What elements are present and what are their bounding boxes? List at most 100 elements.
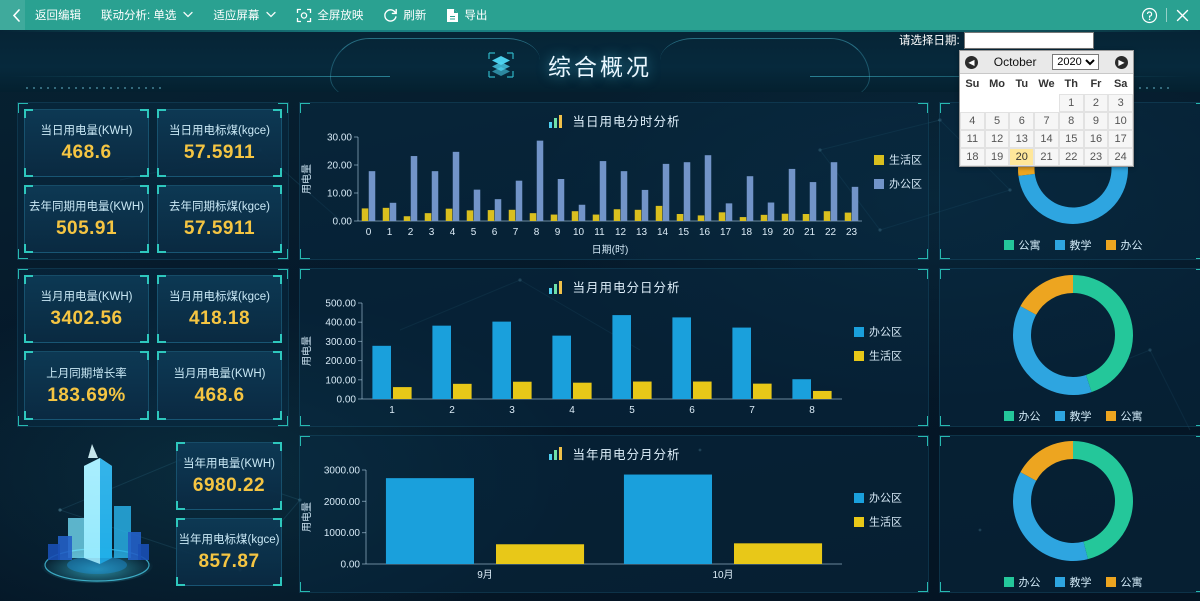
kpi-card[interactable]: 当年用电标煤(kgce) 857.87 <box>176 518 282 586</box>
kpi-card[interactable]: 当月用电量(KWH) 468.6 <box>157 351 282 419</box>
kpi-card[interactable]: 当月用电量(KWH) 3402.56 <box>24 275 149 343</box>
panel-frame: 办公 教学 公寓 <box>939 268 1200 426</box>
kpi-value: 857.87 <box>198 551 259 573</box>
calendar-day[interactable]: 8 <box>1059 112 1084 130</box>
calendar-week-row: 18192021222324 <box>960 148 1133 166</box>
dashboard-root: 返回编辑 联动分析: 单选 适应屏幕 全屏放映 <box>0 0 1200 601</box>
calendar-day[interactable]: 23 <box>1084 148 1109 166</box>
legend-item[interactable]: 公寓 <box>1004 237 1041 253</box>
svg-text:7: 7 <box>749 405 755 416</box>
calendar-day[interactable]: 6 <box>1009 112 1034 130</box>
svg-text:0.00: 0.00 <box>337 395 357 406</box>
legend-item[interactable]: 教学 <box>1055 574 1092 590</box>
export-button[interactable]: 导出 <box>436 0 497 30</box>
chart-panel-daily: 当月用电分日分析 0.00100.00200.00300.00400.00500… <box>299 268 929 426</box>
legend-label: 办公 <box>1019 408 1041 424</box>
svg-text:21: 21 <box>804 227 816 238</box>
svg-text:生活区: 生活区 <box>869 514 902 528</box>
back-to-edit-label: 返回编辑 <box>35 7 81 23</box>
legend-item[interactable]: 办公 <box>1004 408 1041 424</box>
kpi-card[interactable]: 当日用电标煤(kgce) 57.5911 <box>157 109 282 177</box>
svg-text:13: 13 <box>636 227 648 238</box>
date-input[interactable] <box>964 32 1094 49</box>
svg-text:12: 12 <box>615 227 627 238</box>
calendar-day[interactable]: 12 <box>985 130 1010 148</box>
chart-title-hourly: 当日用电分时分析 <box>300 111 928 130</box>
back-to-edit-label-button[interactable]: 返回编辑 <box>25 0 91 30</box>
svg-text:9月: 9月 <box>477 569 493 581</box>
calendar-day[interactable]: 15 <box>1059 130 1084 148</box>
panel-frame: 当年用电分月分析 0.001000.002000.003000.00用电量9月1… <box>299 435 929 593</box>
calendar-day[interactable]: 1 <box>1059 94 1084 112</box>
calendar-day[interactable]: 2 <box>1084 94 1109 112</box>
file-export-icon <box>446 8 459 23</box>
kpi-card[interactable]: 当年用电量(KWH) 6980.22 <box>176 442 282 510</box>
panel-frame: 当日用电分时分析 0.0010.0020.0030.00用电量012345678… <box>299 102 929 260</box>
calendar-day[interactable]: 19 <box>985 148 1010 166</box>
calendar-day[interactable]: 7 <box>1034 112 1059 130</box>
kpi-value: 418.18 <box>189 308 250 330</box>
calendar-day[interactable]: 3 <box>1108 94 1133 112</box>
donut-chart[interactable] <box>1009 271 1137 404</box>
calendar-day[interactable]: 18 <box>960 148 985 166</box>
legend-item[interactable]: 办公 <box>1106 237 1143 253</box>
kpi-value: 183.69% <box>47 385 126 407</box>
prev-month-button[interactable]: ◀ <box>965 56 978 69</box>
chart-title-text: 当日用电分时分析 <box>572 111 680 130</box>
svg-text:11: 11 <box>594 227 605 238</box>
svg-text:6: 6 <box>492 227 498 238</box>
fullscreen-present-button[interactable]: 全屏放映 <box>286 0 373 30</box>
linkage-analysis-dropdown[interactable]: 联动分析: 单选 <box>91 0 203 30</box>
svg-text:用电量: 用电量 <box>300 164 313 194</box>
legend-swatch <box>1106 240 1116 250</box>
calendar-day[interactable]: 13 <box>1009 130 1034 148</box>
chart-title-text: 当月用电分日分析 <box>572 277 680 296</box>
calendar-day[interactable]: 17 <box>1108 130 1133 148</box>
legend-item[interactable]: 公寓 <box>1106 574 1143 590</box>
refresh-button[interactable]: 刷新 <box>373 0 436 30</box>
legend-label: 教学 <box>1070 408 1092 424</box>
legend-item[interactable]: 公寓 <box>1106 408 1143 424</box>
calendar-year-select[interactable]: 20182019202020212022 <box>1052 54 1099 70</box>
kpi-card[interactable]: 去年同期标煤(kgce) 57.5911 <box>157 185 282 253</box>
kpi-label: 当日用电标煤(kgce) <box>169 122 270 138</box>
calendar-day[interactable]: 20 <box>1009 148 1034 166</box>
legend-item[interactable]: 教学 <box>1055 237 1092 253</box>
donut-chart[interactable] <box>1009 437 1137 570</box>
calendar-day[interactable]: 21 <box>1034 148 1059 166</box>
kpi-card[interactable]: 当月用电标煤(kgce) 418.18 <box>157 275 282 343</box>
top-toolbar: 返回编辑 联动分析: 单选 适应屏幕 全屏放映 <box>0 0 1200 30</box>
kpi-card[interactable]: 去年同期用电量(KWH) 505.91 <box>24 185 149 253</box>
chart-title-daily: 当月用电分日分析 <box>300 277 928 296</box>
calendar-day[interactable]: 10 <box>1108 112 1133 130</box>
help-icon[interactable] <box>1141 7 1158 24</box>
calendar-day[interactable]: 14 <box>1034 130 1059 148</box>
donut-legend: 办公 教学 公寓 <box>1004 408 1143 424</box>
calendar-day[interactable]: 16 <box>1084 130 1109 148</box>
kpi-card[interactable]: 上月同期增长率 183.69% <box>24 351 149 419</box>
calendar-day[interactable]: 4 <box>960 112 985 130</box>
calendar-week-row: 45678910 <box>960 112 1133 130</box>
calendar-day[interactable]: 5 <box>985 112 1010 130</box>
svg-text:10.00: 10.00 <box>327 189 352 200</box>
legend-item[interactable]: 教学 <box>1055 408 1092 424</box>
fullscreen-label: 全屏放映 <box>317 7 363 23</box>
calendar-day[interactable]: 11 <box>960 130 985 148</box>
back-to-edit-button[interactable] <box>0 0 25 30</box>
kpi-value: 505.91 <box>56 218 117 240</box>
next-month-button[interactable]: ▶ <box>1115 56 1128 69</box>
legend-item[interactable]: 办公 <box>1004 574 1041 590</box>
date-filter-label: 请选择日期: <box>897 30 964 50</box>
svg-text:400.00: 400.00 <box>325 318 356 329</box>
panel-frame: 办公 教学 公寓 <box>939 435 1200 593</box>
calendar-day[interactable]: 9 <box>1084 112 1109 130</box>
kpi-card[interactable]: 当日用电量(KWH) 468.6 <box>24 109 149 177</box>
kpi-group-month: 当月用电量(KWH) 3402.56 当月用电标煤(kgce) 418.18 上… <box>24 275 282 419</box>
legend-label: 教学 <box>1070 574 1092 590</box>
calendar-day[interactable]: 24 <box>1108 148 1133 166</box>
kpi-label: 去年同期用电量(KWH) <box>29 198 144 214</box>
close-icon[interactable] <box>1175 8 1190 23</box>
legend-label: 公寓 <box>1121 408 1143 424</box>
fit-screen-dropdown[interactable]: 适应屏幕 <box>203 0 286 30</box>
calendar-day[interactable]: 22 <box>1059 148 1084 166</box>
